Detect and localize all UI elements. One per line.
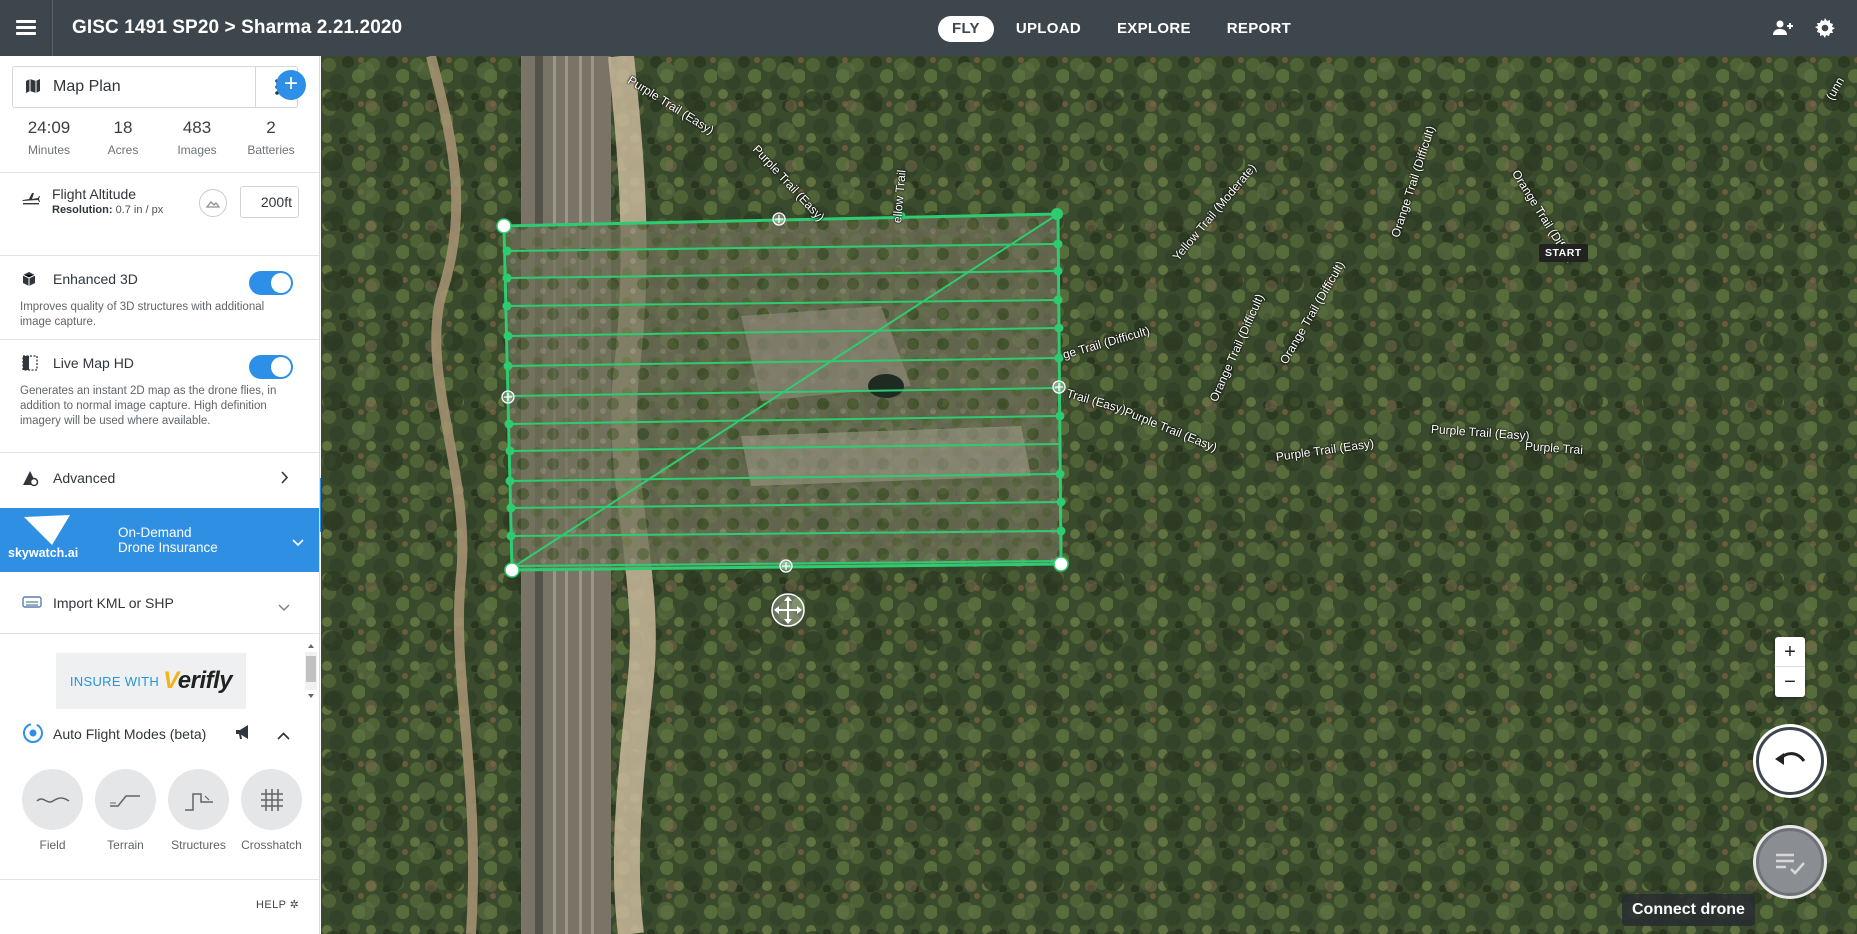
mode-structures[interactable]: Structures xyxy=(168,769,229,852)
add-plan-button[interactable]: + xyxy=(276,70,306,100)
advanced-settings-icon xyxy=(21,469,39,492)
menu-icon xyxy=(16,20,36,36)
skywatch-brand: skywatch.ai xyxy=(8,546,79,560)
enhanced-3d-toggle[interactable] xyxy=(249,271,293,295)
undo-button[interactable] xyxy=(1756,727,1824,795)
plan-selector[interactable]: Map Plan xyxy=(12,66,298,108)
flight-altitude-row: Flight Altitude Resolution: 0.7 in / px … xyxy=(0,173,319,233)
sidebar: Map Plan + 24:09 Minutes 18 Acres 483 Image… xyxy=(0,56,320,934)
tab-explore[interactable]: EXPLORE xyxy=(1103,16,1205,42)
structures-mode-icon xyxy=(184,792,213,811)
zoom-out-button[interactable]: − xyxy=(1775,667,1805,697)
start-marker-label: START xyxy=(1539,244,1588,262)
chevron-down-icon xyxy=(278,599,290,617)
field-mode-icon xyxy=(35,796,69,803)
insurance-line2: Drone Insurance xyxy=(118,540,218,555)
move-polygon-icon xyxy=(771,593,805,627)
altitude-title: Flight Altitude xyxy=(52,186,137,202)
mode-field[interactable]: Field xyxy=(22,769,83,852)
chevron-up-icon[interactable] xyxy=(277,727,290,745)
drone-insurance-banner[interactable]: skywatch.ai On-Demand Drone Insurance xyxy=(0,508,319,572)
mode-crosshatch[interactable]: Crosshatch xyxy=(241,769,302,852)
live-map-hd-title: Live Map HD xyxy=(53,355,134,371)
auto-flight-modes-header: Auto Flight Modes (beta) xyxy=(0,716,319,752)
flight-stats: 24:09 Minutes 18 Acres 483 Images 2 Batterie… xyxy=(12,118,308,162)
stat-acres: 18 Acres xyxy=(107,118,139,157)
insurance-line1: On-Demand xyxy=(118,525,192,540)
undo-icon xyxy=(1775,752,1806,765)
verifly-banner[interactable]: INSURE WITH Verifly xyxy=(56,653,246,709)
team-icon[interactable] xyxy=(1771,16,1795,40)
advanced-label: Advanced xyxy=(53,470,116,486)
terrain-mode-icon xyxy=(109,794,140,807)
map-icon xyxy=(25,78,41,99)
mode-terrain[interactable]: Terrain xyxy=(95,769,156,852)
auto-flight-icon xyxy=(22,722,44,749)
altitude-input[interactable]: 200ft xyxy=(240,186,299,218)
live-map-icon xyxy=(22,355,38,376)
terrain-follow-button[interactable] xyxy=(199,189,227,217)
tab-fly[interactable]: FLY xyxy=(938,16,994,42)
help-icon: ✲ xyxy=(289,899,300,911)
tab-report[interactable]: REPORT xyxy=(1213,16,1305,42)
gear-icon[interactable] xyxy=(1813,16,1837,40)
stat-images: 483 Images xyxy=(177,118,217,157)
import-kml-label: Import KML or SHP xyxy=(53,595,174,611)
flight-mode-list: Field Terrain Structures Crosshatch xyxy=(22,769,312,852)
chevron-down-icon xyxy=(292,534,304,552)
auto-flight-title: Auto Flight Modes (beta) xyxy=(53,726,207,742)
sidebar-scrollbar[interactable] xyxy=(305,642,317,700)
checklist-icon xyxy=(1776,853,1805,875)
live-map-hd-toggle[interactable] xyxy=(249,355,293,379)
import-kml-row[interactable]: Import KML or SHP xyxy=(0,577,319,629)
top-bar: GISC 1491 SP20 > Sharma 2.21.2020 FLY UP… xyxy=(0,0,1857,56)
help-button[interactable]: HELP ✲ xyxy=(256,898,299,911)
live-map-hd-section: Live Map HD Generates an instant 2D map … xyxy=(0,340,319,450)
flight-path-overlay xyxy=(496,208,1069,627)
crosshatch-mode-icon xyxy=(260,788,283,811)
enhanced-3d-title: Enhanced 3D xyxy=(53,271,138,287)
connect-drone-button[interactable] xyxy=(1756,828,1824,896)
plane-icon xyxy=(22,191,40,210)
connect-drone-label: Connect drone xyxy=(1622,894,1755,926)
project-title: GISC 1491 SP20 > Sharma 2.21.2020 xyxy=(72,17,403,38)
verifly-logo: Verifly xyxy=(163,667,233,694)
enhanced-3d-section: Enhanced 3D Improves quality of 3D struc… xyxy=(0,256,319,339)
live-map-hd-description: Generates an instant 2D map as the drone… xyxy=(20,385,277,427)
enhanced-3d-description: Improves quality of 3D structures with a… xyxy=(20,301,265,328)
main-nav: FLY UPLOAD EXPLORE REPORT xyxy=(938,16,1305,42)
terrain-icon xyxy=(206,201,220,208)
zoom-in-button[interactable]: + xyxy=(1775,637,1805,667)
megaphone-icon[interactable] xyxy=(234,724,252,745)
zoom-controls: + − xyxy=(1775,637,1805,697)
verifly-prefix: INSURE WITH xyxy=(69,673,160,689)
stat-batteries: 2 Batteries xyxy=(247,118,295,157)
altitude-resolution: Resolution: 0.7 in / px xyxy=(52,204,164,216)
divider xyxy=(0,633,319,634)
cube-icon xyxy=(22,271,36,292)
plan-name: Map Plan xyxy=(53,78,121,95)
import-icon xyxy=(22,595,42,614)
map-view[interactable]: Purple Trail (Easy) Purple Trail (Easy) … xyxy=(321,56,1857,934)
sidebar-footer: HELP ✲ xyxy=(0,879,319,934)
tab-upload[interactable]: UPLOAD xyxy=(1002,16,1095,42)
chevron-right-icon xyxy=(281,471,289,489)
menu-button[interactable] xyxy=(0,0,53,56)
stat-minutes: 24:09 Minutes xyxy=(27,118,71,157)
advanced-settings-row[interactable]: Advanced xyxy=(0,453,319,505)
